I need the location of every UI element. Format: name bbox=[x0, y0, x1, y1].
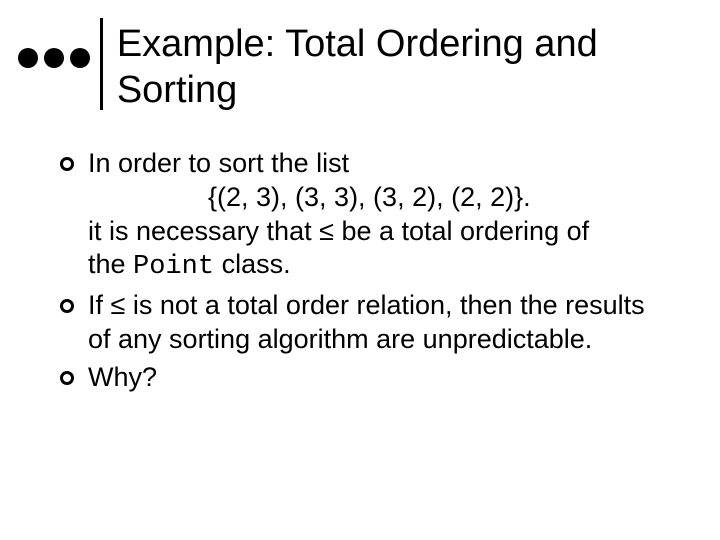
text-line: it is necessary that ≤ be a total orderi… bbox=[88, 215, 660, 249]
hollow-bullet-icon bbox=[60, 371, 74, 385]
list-item: In order to sort the list {(2, 3), (3, 3… bbox=[60, 147, 660, 285]
text-fragment: class. bbox=[214, 249, 291, 279]
dot-icon bbox=[18, 48, 38, 68]
dot-icon bbox=[44, 48, 64, 68]
list-item: Why? bbox=[60, 361, 660, 395]
item-body: In order to sort the list {(2, 3), (3, 3… bbox=[88, 147, 660, 285]
leq-symbol: ≤ bbox=[319, 216, 334, 246]
code-text: Point bbox=[133, 252, 214, 282]
slide-content: In order to sort the list {(2, 3), (3, 3… bbox=[0, 113, 720, 394]
item-body: Why? bbox=[88, 361, 660, 395]
decorative-dots bbox=[18, 48, 90, 68]
dot-icon bbox=[70, 48, 90, 68]
leq-symbol: ≤ bbox=[111, 290, 126, 320]
item-body: If ≤ is not a total order relation, then… bbox=[88, 289, 660, 357]
text-line: In order to sort the list bbox=[88, 147, 660, 181]
text-fragment: the bbox=[88, 249, 133, 279]
text-line: the Point class. bbox=[88, 248, 660, 285]
hollow-bullet-icon bbox=[60, 299, 74, 313]
text-fragment: be a total ordering of bbox=[334, 216, 589, 246]
text-fragment: If bbox=[88, 290, 111, 320]
text-fragment: is not a total order relation, then the … bbox=[88, 290, 645, 354]
text-line: {(2, 3), (3, 3), (3, 2), (2, 2)}. bbox=[88, 181, 660, 215]
hollow-bullet-icon bbox=[60, 157, 74, 171]
slide-title: Example: Total Ordering and Sorting bbox=[117, 18, 720, 113]
vertical-divider bbox=[100, 18, 103, 110]
text-fragment: it is necessary that bbox=[88, 216, 319, 246]
slide-header: Example: Total Ordering and Sorting bbox=[0, 0, 720, 113]
list-item: If ≤ is not a total order relation, then… bbox=[60, 289, 660, 357]
